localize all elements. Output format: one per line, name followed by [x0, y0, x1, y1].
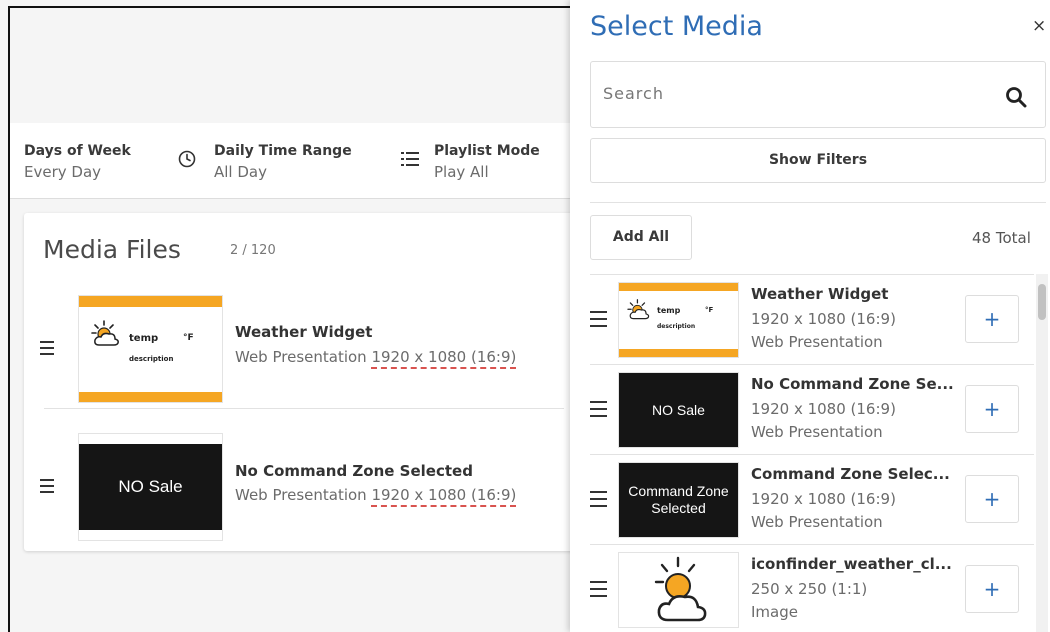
close-icon[interactable]: ×: [1032, 16, 1046, 36]
drag-handle-icon[interactable]: [590, 401, 607, 422]
picker-item-resolution: 250 x 250 (1:1): [751, 580, 868, 598]
no-sale-thumbnail: NO Sale: [78, 433, 223, 541]
clock-icon: [178, 150, 196, 168]
command-zone-thumbnail: Command Zone Selected: [618, 462, 739, 538]
add-item-button[interactable]: +: [965, 475, 1019, 523]
picker-item-type: Web Presentation: [751, 333, 883, 351]
picker-item-type: Web Presentation: [751, 513, 883, 531]
drag-handle-icon[interactable]: [590, 491, 607, 512]
thumb-description-text: description: [657, 323, 696, 330]
media-type: Web Presentation: [235, 348, 367, 366]
weather-widget-thumbnail: temp °F description: [618, 282, 739, 358]
picker-item-type: Web Presentation: [751, 423, 883, 441]
picker-item-name: No Command Zone Se...: [751, 375, 954, 393]
search-icon[interactable]: [1005, 86, 1027, 108]
media-resolution: 1920 x 1080 (16:9): [371, 486, 517, 507]
scrollbar-thumb[interactable]: [1038, 284, 1046, 320]
drag-handle-icon[interactable]: [590, 311, 607, 332]
sun-cloud-icon: [654, 556, 707, 622]
no-sale-thumbnail: NO Sale: [618, 372, 739, 448]
add-item-button[interactable]: +: [965, 565, 1019, 613]
thumb-temp-text: temp: [657, 306, 681, 315]
show-filters-button[interactable]: Show Filters: [590, 138, 1046, 183]
add-all-button[interactable]: Add All: [590, 215, 692, 260]
thumb-description-text: description: [129, 355, 174, 363]
picker-row: Command Zone Selected Command Zone Selec…: [590, 455, 1034, 545]
media-files-title: Media Files: [43, 235, 181, 264]
thumb-text: NO Sale: [619, 373, 738, 447]
media-row: NO Sale No Command Zone Selected Web Pre…: [40, 433, 564, 549]
divider: [590, 202, 1046, 203]
media-resolution: 1920 x 1080 (16:9): [371, 348, 517, 369]
playlist-mode[interactable]: Playlist Mode Play All: [434, 142, 540, 183]
thumb-text-line1: Command Zone: [628, 483, 729, 499]
media-name: Weather Widget: [235, 323, 373, 341]
total-count: 48 Total: [972, 229, 1031, 247]
drag-handle-icon[interactable]: [590, 581, 607, 602]
picker-item-resolution: 1920 x 1080 (16:9): [751, 400, 896, 418]
list-icon: [401, 152, 419, 166]
media-details: Web Presentation 1920 x 1080 (16:9): [235, 348, 517, 369]
daily-time-range[interactable]: Daily Time Range All Day: [214, 142, 352, 183]
playlist-mode-label: Playlist Mode: [434, 143, 540, 159]
days-of-week[interactable]: Days of Week Every Day: [24, 142, 131, 183]
media-picker-list: temp °F description Weather Widget 1920 …: [590, 274, 1034, 632]
picker-item-resolution: 1920 x 1080 (16:9): [751, 490, 896, 508]
picker-item-resolution: 1920 x 1080 (16:9): [751, 310, 896, 328]
thumb-text: NO Sale: [79, 444, 222, 530]
picker-row: NO Sale No Command Zone Se... 1920 x 108…: [590, 365, 1034, 455]
sun-cloud-icon: [627, 299, 650, 320]
media-details: Web Presentation 1920 x 1080 (16:9): [235, 486, 517, 507]
thumb-unit-text: °F: [183, 333, 194, 343]
picker-item-name: iconfinder_weather_cl...: [751, 555, 952, 573]
weather-widget-thumbnail: temp °F description: [78, 295, 223, 403]
media-name: No Command Zone Selected: [235, 462, 473, 480]
sun-cloud-icon: [91, 320, 119, 346]
media-files-count: 2 / 120: [230, 243, 276, 258]
weather-image-thumbnail: [618, 552, 739, 628]
drag-handle-icon[interactable]: [40, 479, 54, 497]
picker-item-type: Image: [751, 603, 798, 621]
picker-scrollbar[interactable]: [1036, 274, 1048, 632]
media-type: Web Presentation: [235, 486, 367, 504]
media-files-card: Media Files 2 / 120 temp °F description …: [24, 213, 584, 551]
daily-time-range-label: Daily Time Range: [214, 143, 352, 159]
add-item-button[interactable]: +: [965, 295, 1019, 343]
picker-item-name: Weather Widget: [751, 285, 889, 303]
drag-handle-icon[interactable]: [40, 341, 54, 359]
playlist-mode-value: Play All: [434, 163, 489, 181]
search-input[interactable]: [603, 84, 983, 103]
panel-title: Select Media: [590, 11, 763, 42]
thumb-text-line2: Selected: [651, 500, 706, 516]
days-of-week-label: Days of Week: [24, 143, 131, 159]
search-box: [590, 61, 1046, 128]
thumb-unit-text: °F: [705, 306, 714, 314]
days-of-week-value: Every Day: [24, 163, 102, 181]
select-media-panel: Select Media × Show Filters Add All 48 T…: [570, 0, 1050, 632]
thumb-temp-text: temp: [129, 333, 159, 344]
add-item-button[interactable]: +: [965, 385, 1019, 433]
picker-row: iconfinder_weather_cl... 250 x 250 (1:1)…: [590, 545, 1034, 632]
schedule-info-bar: Days of Week Every Day Daily Time Range …: [10, 123, 574, 199]
media-row: temp °F description Weather Widget Web P…: [40, 295, 564, 409]
daily-time-range-value: All Day: [214, 163, 267, 181]
picker-item-name: Command Zone Selec...: [751, 465, 950, 483]
picker-row: temp °F description Weather Widget 1920 …: [590, 275, 1034, 365]
